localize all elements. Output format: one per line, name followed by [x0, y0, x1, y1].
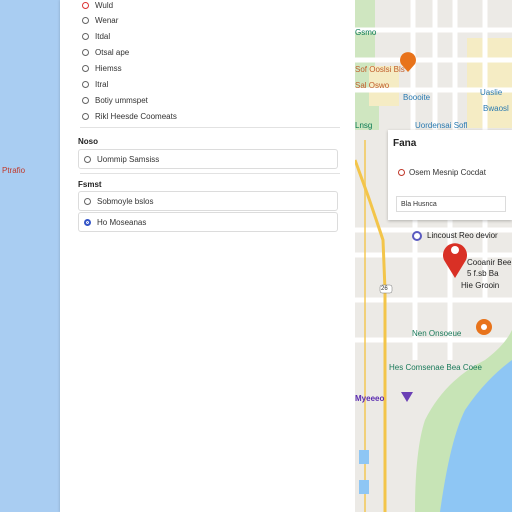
option-item[interactable]: Otsal ape — [82, 45, 129, 59]
map-label: 5 f.sb Ba — [467, 269, 499, 278]
section-title: Noso — [78, 137, 98, 146]
map-label: Lnsg — [355, 121, 373, 130]
map-label: Uordensai Sofl — [415, 121, 468, 130]
radio-icon[interactable] — [82, 48, 89, 56]
map-label: Bwaosl — [483, 104, 509, 113]
option-item[interactable]: Itral — [82, 77, 108, 91]
options-panel: Wuld Wenar Itdal Otsal ape Hiemss Itral … — [60, 0, 355, 512]
map-label: Nen Onsoeue — [412, 329, 462, 338]
map-label: Hie Grooin — [461, 281, 500, 290]
map-label: Hes Comsenae Bea Coee — [389, 363, 482, 372]
radio-selected-icon[interactable] — [84, 218, 91, 226]
place-line: Osem Mesnip Cocdat — [398, 168, 486, 177]
map-label: Cooanir Bee — [467, 258, 512, 267]
place-detail-box[interactable]: Bla Husnca — [396, 196, 506, 212]
divider — [80, 127, 340, 128]
radio-icon[interactable] — [82, 1, 89, 9]
section-title: Fsmst — [78, 180, 102, 189]
radio-icon[interactable] — [82, 80, 89, 88]
map-label: Sof Ooslsi Bls — [355, 65, 405, 74]
option-item[interactable]: Wenar — [82, 13, 118, 27]
map-view[interactable]: Gsmo Sof Ooslsi Bls Sal Oswo Boooite Uas… — [355, 0, 512, 512]
map-label: Myeeeo — [355, 394, 385, 403]
map-label: Lincoust Reo devior — [427, 231, 498, 240]
place-title: Fana — [393, 138, 417, 149]
place-card[interactable]: Fana Osem Mesnip Cocdat Bla Husnca — [388, 130, 512, 220]
radio-icon[interactable] — [84, 155, 91, 163]
radio-icon[interactable] — [82, 32, 89, 40]
option-box[interactable]: Uommip Samsiss — [78, 149, 338, 169]
divider — [80, 173, 340, 174]
option-item[interactable]: Botiy ummspet — [82, 93, 148, 107]
radio-icon[interactable] — [82, 96, 89, 104]
option-box[interactable]: Sobmoyle bslos — [78, 191, 338, 211]
background-map: Ptrafio — [0, 0, 60, 512]
route-shield: 26 — [381, 286, 388, 292]
option-item[interactable]: Wuld — [82, 0, 113, 12]
option-item[interactable]: Itdal — [82, 29, 110, 43]
radio-icon[interactable] — [82, 112, 89, 120]
option-item[interactable]: Rikl Heesde Coomeats — [82, 109, 177, 123]
location-ring-icon — [398, 169, 405, 176]
map-canvas — [355, 0, 512, 512]
radio-icon[interactable] — [82, 64, 89, 72]
option-box[interactable]: Ho Moseanas — [78, 212, 338, 232]
map-label: Gsmo — [355, 28, 377, 37]
map-label: Sal Oswo — [355, 81, 390, 90]
option-item[interactable]: Hiemss — [82, 61, 122, 75]
radio-icon[interactable] — [84, 197, 91, 205]
map-label: Ptrafio — [2, 166, 26, 175]
map-label: Boooite — [403, 93, 431, 102]
map-label: Uaslie — [480, 88, 503, 97]
radio-icon[interactable] — [82, 16, 89, 24]
